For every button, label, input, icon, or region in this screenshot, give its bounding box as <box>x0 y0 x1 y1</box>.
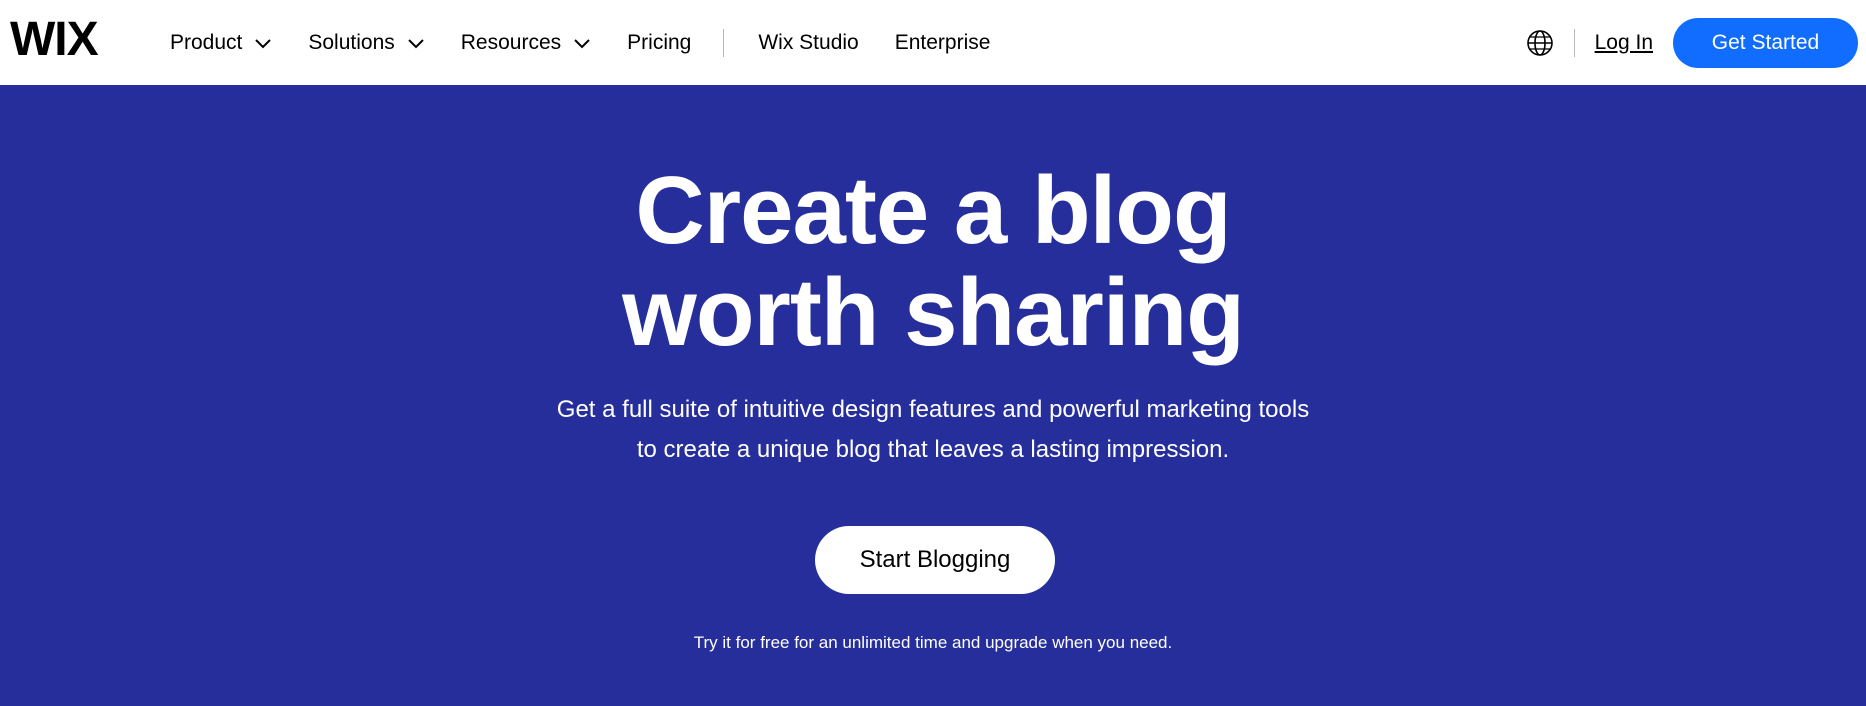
main-nav: Product Solutions Resources Pricing Wix … <box>170 0 1026 85</box>
globe-icon[interactable] <box>1526 29 1554 57</box>
get-started-button[interactable]: Get Started <box>1673 17 1858 68</box>
nav-item-product[interactable]: Product <box>170 31 272 55</box>
nav-item-label: Solutions <box>308 30 395 54</box>
hero-note: Try it for free for an unlimited time an… <box>693 633 1173 652</box>
nav-item-label: Wix Studio <box>758 30 859 54</box>
nav-item-wix-studio[interactable]: Wix Studio <box>758 31 858 55</box>
chevron-down-icon <box>408 38 424 48</box>
hero-subtitle-line: to create a unique blog that leaves a la… <box>636 436 1230 463</box>
nav-item-label: Product <box>170 30 243 54</box>
site-header: WIX Product Solutions Resources Pricing … <box>0 0 1866 85</box>
nav-item-solutions[interactable]: Solutions <box>308 31 424 55</box>
login-link[interactable]: Log In <box>1595 31 1653 55</box>
start-blogging-button[interactable]: Start Blogging <box>815 526 1055 594</box>
hero-title-line: Create a blog <box>635 157 1231 264</box>
header-divider <box>1573 28 1575 57</box>
chevron-down-icon <box>574 38 590 48</box>
nav-item-label: Enterprise <box>894 30 991 54</box>
hero-subtitle-line: Get a full suite of intuitive design fea… <box>556 396 1310 423</box>
nav-item-resources[interactable]: Resources <box>461 31 591 55</box>
hero-title: Create a blog worth sharing <box>0 160 1866 364</box>
nav-item-label: Pricing <box>627 30 692 54</box>
hero-section: Create a blog worth sharing Get a full s… <box>0 85 1866 706</box>
nav-item-pricing[interactable]: Pricing <box>627 31 691 55</box>
header-actions: Log In Get Started <box>1526 0 1858 85</box>
wix-logo[interactable]: WIX <box>10 16 99 64</box>
nav-item-enterprise[interactable]: Enterprise <box>895 31 991 55</box>
hero-title-line: worth sharing <box>622 259 1245 366</box>
nav-item-label: Resources <box>460 30 562 54</box>
chevron-down-icon <box>255 38 272 48</box>
nav-divider <box>723 28 725 57</box>
hero-subtitle: Get a full suite of intuitive design fea… <box>0 390 1866 470</box>
